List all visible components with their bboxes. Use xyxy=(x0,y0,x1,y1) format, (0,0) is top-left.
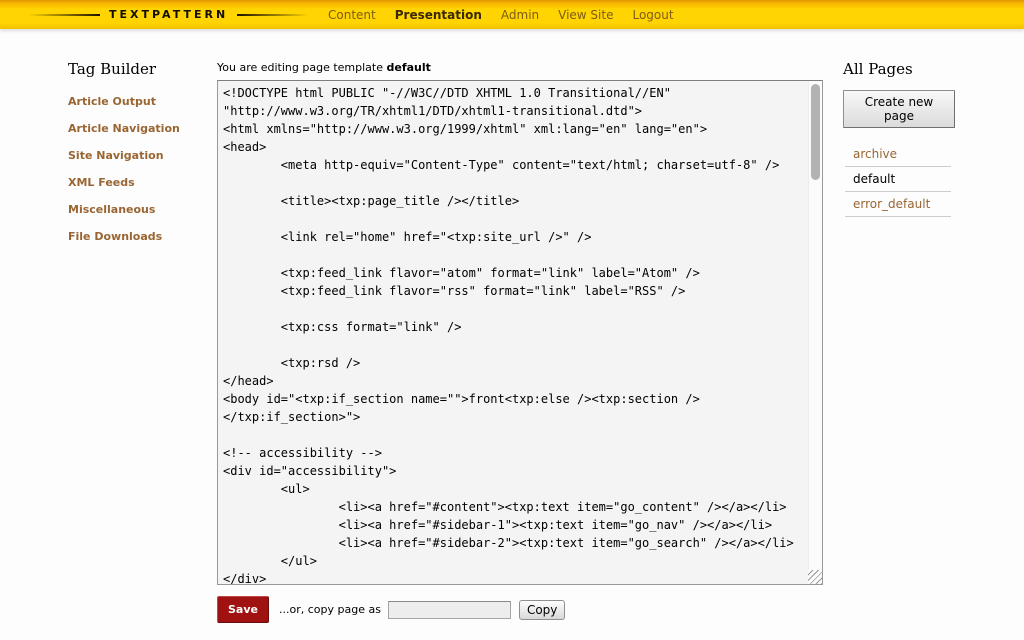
copy-page-name-input[interactable] xyxy=(388,601,511,619)
page-list-item-default: default xyxy=(845,167,951,192)
nav-item-admin[interactable]: Admin xyxy=(501,8,539,22)
editing-template-name: default xyxy=(387,61,431,74)
logo-flourish-right xyxy=(237,14,309,16)
page-list-item-archive: archive xyxy=(845,142,951,167)
page-current-default: default xyxy=(853,172,895,186)
pages-list: archive default error_default xyxy=(845,142,951,217)
nav-item-logout[interactable]: Logout xyxy=(632,8,673,22)
tag-link-article-output[interactable]: Article Output xyxy=(68,95,214,108)
tag-builder-links: Article Output Article Navigation Site N… xyxy=(68,95,214,243)
top-bar: TEXTPATTERN Content Presentation Admin V… xyxy=(0,0,1024,29)
top-navigation: Content Presentation Admin View Site Log… xyxy=(328,0,674,29)
textpattern-logo: TEXTPATTERN xyxy=(28,0,309,29)
nav-item-view-site[interactable]: View Site xyxy=(558,8,613,22)
editing-status-text: You are editing page template default xyxy=(217,61,431,74)
logo-text: TEXTPATTERN xyxy=(109,8,228,21)
tag-builder-heading: Tag Builder xyxy=(68,60,214,78)
tag-link-file-downloads[interactable]: File Downloads xyxy=(68,230,214,243)
page-link-archive[interactable]: archive xyxy=(853,147,897,161)
editing-status-prefix: You are editing page template xyxy=(217,61,387,74)
textarea-scrollbar-thumb[interactable] xyxy=(811,84,820,180)
all-pages-sidebar: All Pages Create new page archive defaul… xyxy=(843,60,955,217)
page-link-error-default[interactable]: error_default xyxy=(853,197,930,211)
tag-link-miscellaneous[interactable]: Miscellaneous xyxy=(68,203,214,216)
nav-item-content[interactable]: Content xyxy=(328,8,376,22)
template-code-textarea[interactable]: <!DOCTYPE html PUBLIC "-//W3C//DTD XHTML… xyxy=(217,80,823,585)
page-list-item-error-default: error_default xyxy=(845,192,951,217)
tag-link-site-navigation[interactable]: Site Navigation xyxy=(68,149,214,162)
textarea-resize-grip-icon[interactable] xyxy=(808,570,822,584)
tag-link-xml-feeds[interactable]: XML Feeds xyxy=(68,176,214,189)
editor-footer: Save ...or, copy page as Copy xyxy=(217,596,565,623)
create-new-page-button[interactable]: Create new page xyxy=(843,90,955,128)
logo-flourish-left xyxy=(28,14,100,16)
template-editor: <!DOCTYPE html PUBLIC "-//W3C//DTD XHTML… xyxy=(217,80,823,585)
nav-item-presentation[interactable]: Presentation xyxy=(395,8,482,22)
textarea-scrollbar-track[interactable] xyxy=(808,81,822,570)
copy-button[interactable]: Copy xyxy=(519,600,565,620)
copy-page-hint: ...or, copy page as xyxy=(279,603,381,616)
tag-link-article-navigation[interactable]: Article Navigation xyxy=(68,122,214,135)
save-button[interactable]: Save xyxy=(217,596,269,623)
all-pages-heading: All Pages xyxy=(843,60,955,78)
tag-builder-sidebar: Tag Builder Article Output Article Navig… xyxy=(68,60,214,257)
